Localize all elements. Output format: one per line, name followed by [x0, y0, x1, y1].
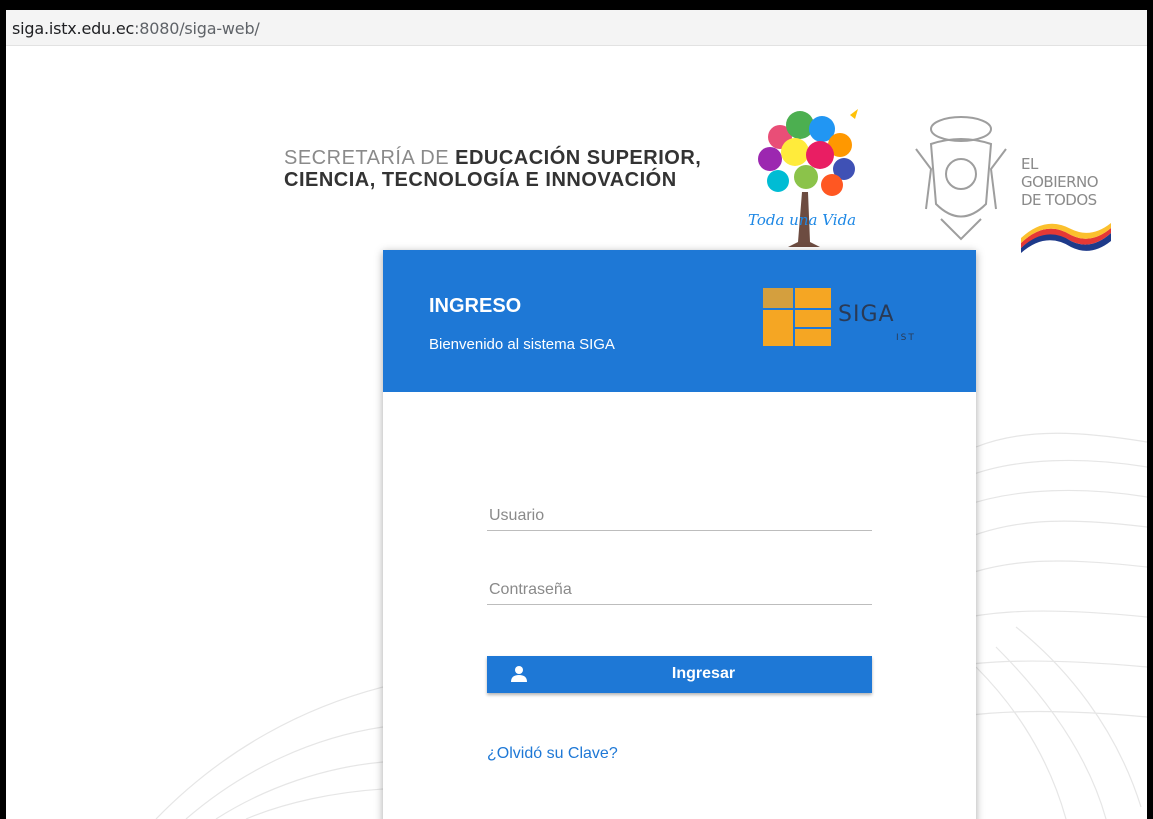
secretaria-line1-bold: EDUCACIÓN SUPERIOR,	[455, 147, 702, 169]
login-button[interactable]: Ingresar	[487, 656, 872, 693]
secretaria-line1-light: SECRETARÍA DE	[284, 147, 456, 169]
login-subtitle: Bienvenido al sistema SIGA	[429, 336, 615, 353]
url-host: siga.istx.edu.ec	[12, 19, 135, 38]
tree-logo-text: Toda una Vida	[748, 211, 856, 229]
forgot-password-link[interactable]: ¿Olvidó su Clave?	[487, 745, 618, 763]
gobierno-line3: DE TODOS	[1021, 191, 1097, 209]
address-bar[interactable]: siga.istx.edu.ec:8080/siga-web/	[6, 10, 1147, 46]
secretaria-logo: SECRETARÍA DE EDUCACIÓN SUPERIOR, CIENCI…	[284, 147, 714, 191]
gobierno-logo: EL GOBIERNO DE TODOS	[1021, 155, 1099, 209]
siga-logo-subtext: IST	[896, 333, 916, 343]
flag-wave-icon	[1021, 223, 1111, 253]
browser-window: siga.istx.edu.ec:8080/siga-web/ SECRETAR…	[6, 10, 1147, 819]
siga-logo-text: SIGA	[838, 302, 895, 327]
password-input[interactable]	[487, 575, 872, 605]
secretaria-line2: CIENCIA, TECNOLOGÍA E INNOVACIÓN	[284, 169, 677, 191]
url-text[interactable]: siga.istx.edu.ec:8080/siga-web/	[12, 19, 260, 38]
username-input[interactable]	[487, 501, 872, 531]
ecuador-coat-of-arms-icon	[915, 116, 1007, 241]
login-card: INGRESO Bienvenido al sistema SIGA SIGA …	[383, 250, 976, 819]
login-button-label: Ingresar	[671, 665, 736, 682]
url-path: :8080/siga-web/	[134, 19, 260, 38]
login-card-header: INGRESO Bienvenido al sistema SIGA SIGA …	[383, 250, 976, 392]
gobierno-line2: GOBIERNO	[1021, 173, 1099, 191]
page: SECRETARÍA DE EDUCACIÓN SUPERIOR, CIENCI…	[6, 47, 1147, 819]
gobierno-line1: EL	[1021, 155, 1038, 173]
login-title: INGRESO	[429, 295, 522, 317]
toda-una-vida-tree-icon: Toda una Vida	[748, 109, 858, 247]
